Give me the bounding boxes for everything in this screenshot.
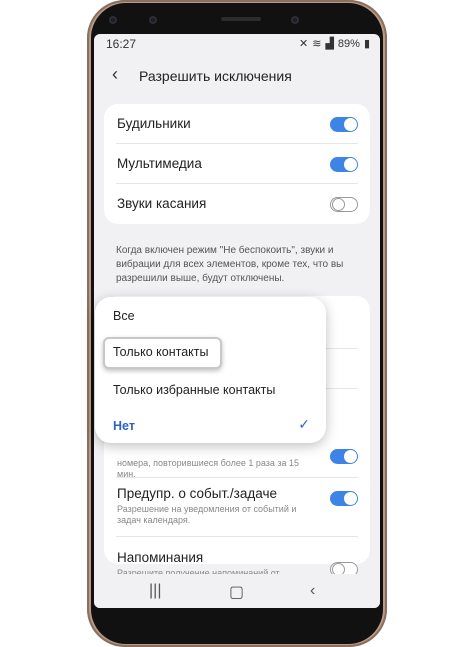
status-bar: 16:27 ✕ ≋ ▟ 89% ▮ [94,34,380,54]
exceptions-popup: Все Только контакты Только избранные кон… [95,297,326,443]
events-row[interactable]: Предупр. о событ./задаче Разрешение на у… [104,482,370,532]
row-label: Предупр. о событ./задаче [117,486,277,501]
divider [116,536,358,537]
events-switch[interactable] [330,491,358,506]
status-icons: ✕ ≋ ▟ 89% ▮ [299,37,370,51]
divider [116,477,358,478]
checkmark-icon: ✓ [298,416,310,432]
switch-knob [344,492,357,505]
option-none[interactable]: Нет [113,419,135,433]
back-icon[interactable]: ‹ [310,582,315,600]
repeat-callers-switch[interactable] [330,449,358,464]
option-all[interactable]: Все [113,309,135,323]
switch-knob [344,158,357,171]
switch-knob [344,118,357,131]
touch-sounds-switch[interactable] [330,197,358,212]
dnd-description: Когда включен режим "Не беспокоить", зву… [116,245,344,284]
signal-icon: ▟ [325,38,334,50]
front-camera-icon [291,16,299,24]
sensor-icon [149,16,157,24]
battery-icon: ▮ [363,38,370,50]
app-bar: ‹ Разрешить исключения [94,60,380,92]
status-time: 16:27 [106,37,137,51]
option-favorites-only[interactable]: Только избранные контакты [113,383,275,397]
row-label: Напоминания [117,550,204,565]
row-label: Будильники [117,116,191,131]
switch-knob [344,450,357,463]
toggle-row-alarms[interactable]: Будильники [104,104,370,144]
battery-percent: 89% [337,37,360,50]
media-switch[interactable] [330,157,358,172]
row-label: Мультимедиа [117,156,202,171]
home-icon[interactable]: ▢ [229,582,244,602]
option-contacts-only[interactable]: Только контакты [113,345,209,359]
toggle-row-media[interactable]: Мультимедиа [104,144,370,184]
recents-icon[interactable]: ||| [149,582,161,600]
nav-bar: ||| ▢ ‹ [94,574,380,608]
chevron-left-icon[interactable]: ‹ [112,64,118,85]
page-title: Разрешить исключения [139,68,292,84]
alarms-switch[interactable] [330,117,358,132]
toggle-row-touch-sounds[interactable]: Звуки касания [104,184,370,224]
toggles-card: Будильники Мультимедиа Звуки касания [104,104,370,224]
switch-knob [332,198,345,211]
bezel-top [91,3,383,37]
wifi-icon: ≋ [312,38,322,50]
speaker-grille [221,17,261,21]
mute-icon: ✕ [299,38,309,50]
sensor-icon [109,16,117,24]
row-label: Звуки касания [117,196,207,211]
row-subtitle: Разрешение на уведомления от событий и з… [117,504,297,525]
